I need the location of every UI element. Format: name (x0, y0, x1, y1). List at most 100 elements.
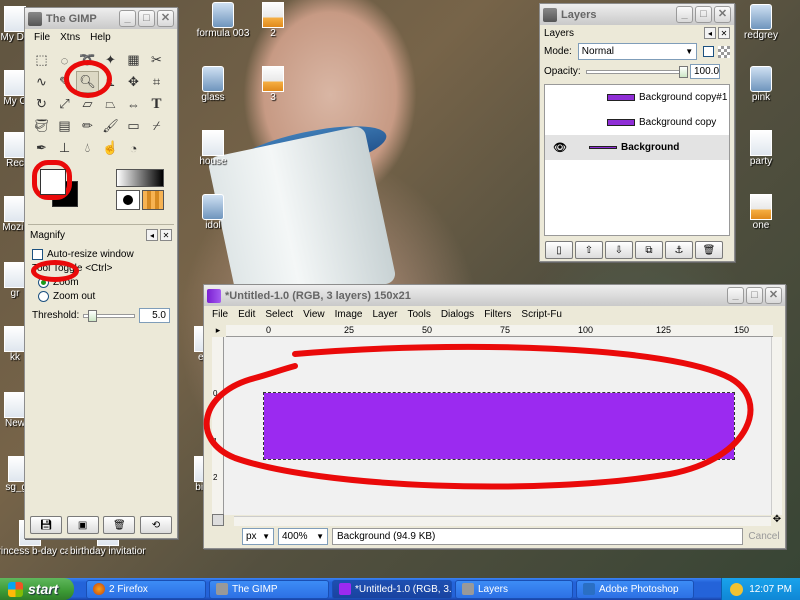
dock-menu-arrow-icon[interactable]: ◂ (704, 27, 716, 39)
desktop-icon[interactable]: pink (728, 66, 794, 103)
layer-row-selected[interactable]: 👁︎ Background (545, 135, 729, 160)
menu-select[interactable]: Select (260, 308, 298, 321)
new-layer-icon[interactable]: ▯ (545, 241, 573, 259)
cancel-button[interactable]: Cancel (747, 528, 781, 545)
layers-dialog[interactable]: Layers _ □ ✕ Layers ◂ ✕ Mode: Normal ▼ O… (539, 3, 735, 262)
menu-help[interactable]: Help (85, 31, 116, 44)
rotate-icon[interactable]: ↻ (30, 93, 53, 115)
image-titlebar[interactable]: *Untitled-1.0 (RGB, 3 layers) 150x21 _ □… (204, 285, 785, 306)
flip-icon[interactable]: ⇔ (122, 93, 145, 115)
reset-options-icon[interactable]: ⟲ (139, 516, 172, 534)
scissors-icon[interactable]: ✂ (145, 49, 168, 71)
close-button[interactable]: ✕ (765, 287, 782, 304)
desktop-icon[interactable]: 2 (240, 2, 306, 39)
delete-layer-icon[interactable]: 🗑︎ (695, 241, 723, 259)
desktop-icon[interactable]: 3 (240, 66, 306, 103)
lower-layer-icon[interactable]: ⇩ (605, 241, 633, 259)
restore-options-icon[interactable]: ▣ (66, 516, 99, 534)
menu-view[interactable]: View (298, 308, 330, 321)
ellipse-select-icon[interactable]: ◌ (53, 49, 76, 71)
gimp-toolbox-window[interactable]: The GIMP _ □ ✕ File Xtns Help ⬚ ◌ ➰ ✦ ▦ … (24, 7, 178, 539)
airbrush-icon[interactable]: ⌿ (145, 115, 168, 137)
menu-script-fu[interactable]: Script-Fu (516, 308, 567, 321)
blend-icon[interactable]: ▤ (53, 115, 76, 137)
dock-menu-arrow-icon[interactable]: ◂ (146, 229, 158, 241)
blur-icon[interactable]: 💧︎ (76, 137, 99, 159)
menu-image[interactable]: Image (330, 308, 368, 321)
layers-tab[interactable]: Layers (544, 28, 574, 39)
paintbrush-icon[interactable]: 🖌︎ (99, 115, 122, 137)
desktop-icon[interactable]: one (728, 194, 794, 231)
menu-xtns[interactable]: Xtns (55, 31, 85, 44)
layer-row[interactable]: Background copy#1 (545, 85, 729, 110)
dodge-burn-icon[interactable]: ◔ (122, 137, 145, 159)
auto-resize-checkbox[interactable] (32, 249, 43, 260)
measure-icon[interactable]: ⊾ (99, 71, 122, 93)
color-picker-icon[interactable]: ✎ (53, 71, 76, 93)
navigate-icon[interactable]: ✥ (771, 514, 783, 526)
zoom-in-radio[interactable] (38, 277, 49, 288)
mode-select[interactable]: Normal ▼ (577, 43, 698, 60)
taskbar-item-firefox[interactable]: 2 Firefox (86, 579, 206, 599)
paths-icon[interactable]: ∿ (30, 71, 53, 93)
menu-file[interactable]: File (207, 308, 233, 321)
delete-options-icon[interactable]: 🗑︎ (103, 516, 136, 534)
taskbar-item-layers[interactable]: Layers (455, 579, 573, 599)
close-button[interactable]: ✕ (157, 10, 174, 27)
taskbar-item-untitled-image[interactable]: *Untitled-1.0 (RGB, 3... (332, 579, 452, 599)
messenger-icon[interactable] (730, 582, 744, 596)
taskbar-item-photoshop[interactable]: Adobe Photoshop (576, 579, 694, 599)
clone-icon[interactable]: ⊥ (53, 137, 76, 159)
menu-edit[interactable]: Edit (233, 308, 260, 321)
fuzzy-select-icon[interactable]: ✦ (99, 49, 122, 71)
menu-file[interactable]: File (29, 31, 55, 44)
toolbox-titlebar[interactable]: The GIMP _ □ ✕ (25, 8, 177, 29)
menu-tools[interactable]: Tools (402, 308, 435, 321)
desktop-icon[interactable]: house (180, 130, 246, 167)
zoom-out-radio[interactable] (38, 291, 49, 302)
desktop-icon[interactable]: redgrey (728, 4, 794, 41)
minimize-button[interactable]: _ (676, 6, 693, 23)
maximize-button[interactable]: □ (746, 287, 763, 304)
horizontal-scrollbar[interactable] (234, 516, 771, 526)
threshold-spinner[interactable]: 5.0 (138, 308, 170, 323)
close-button[interactable]: ✕ (714, 6, 731, 23)
menu-filters[interactable]: Filters (479, 308, 516, 321)
maximize-button[interactable]: □ (695, 6, 712, 23)
taskbar-item-gimp[interactable]: The GIMP (209, 579, 329, 599)
minimize-button[interactable]: _ (119, 10, 136, 27)
canvas-area[interactable] (224, 337, 774, 515)
image-window[interactable]: *Untitled-1.0 (RGB, 3 layers) 150x21 _ □… (203, 284, 786, 549)
free-select-icon[interactable]: ➰ (76, 49, 99, 71)
zoom-select[interactable]: 400% ▼ (278, 528, 328, 545)
bucket-fill-icon[interactable]: 🪣︎ (30, 115, 53, 137)
image-canvas[interactable] (263, 392, 735, 460)
foreground-color[interactable] (40, 169, 66, 195)
pattern-swatch[interactable] (142, 190, 164, 210)
zoom-icon[interactable]: 🔍︎ (76, 71, 99, 93)
shear-icon[interactable]: ▱ (76, 93, 99, 115)
crop-icon[interactable]: ⌗ (145, 71, 168, 93)
perspective-icon[interactable]: ⏢ (99, 93, 122, 115)
desktop-icon[interactable]: glass (180, 66, 246, 103)
start-button[interactable]: start (0, 578, 74, 600)
slider-thumb[interactable] (679, 65, 688, 78)
eraser-icon[interactable]: ▭ (122, 115, 145, 137)
minimize-button[interactable]: _ (727, 287, 744, 304)
gradient-swatch[interactable] (116, 169, 164, 187)
zoom-out-radio-row[interactable]: Zoom out (32, 291, 170, 302)
dock-close-icon[interactable]: ✕ (160, 229, 172, 241)
menu-dialogs[interactable]: Dialogs (436, 308, 479, 321)
opacity-slider[interactable] (586, 65, 688, 78)
threshold-slider[interactable] (83, 309, 135, 322)
anchor-layer-icon[interactable]: ⚓︎ (665, 241, 693, 259)
pencil-icon[interactable]: ✏ (76, 115, 99, 137)
ink-icon[interactable]: ✒ (30, 137, 53, 159)
layer-row[interactable]: Background copy (545, 110, 729, 135)
opacity-spinner[interactable]: 100.0 (690, 64, 720, 79)
maximize-button[interactable]: □ (138, 10, 155, 27)
eye-icon[interactable]: 👁︎ (551, 141, 569, 154)
move-icon[interactable]: ✥ (122, 71, 145, 93)
dock-close-icon[interactable]: ✕ (718, 27, 730, 39)
desktop-icon[interactable]: idol (180, 194, 246, 231)
